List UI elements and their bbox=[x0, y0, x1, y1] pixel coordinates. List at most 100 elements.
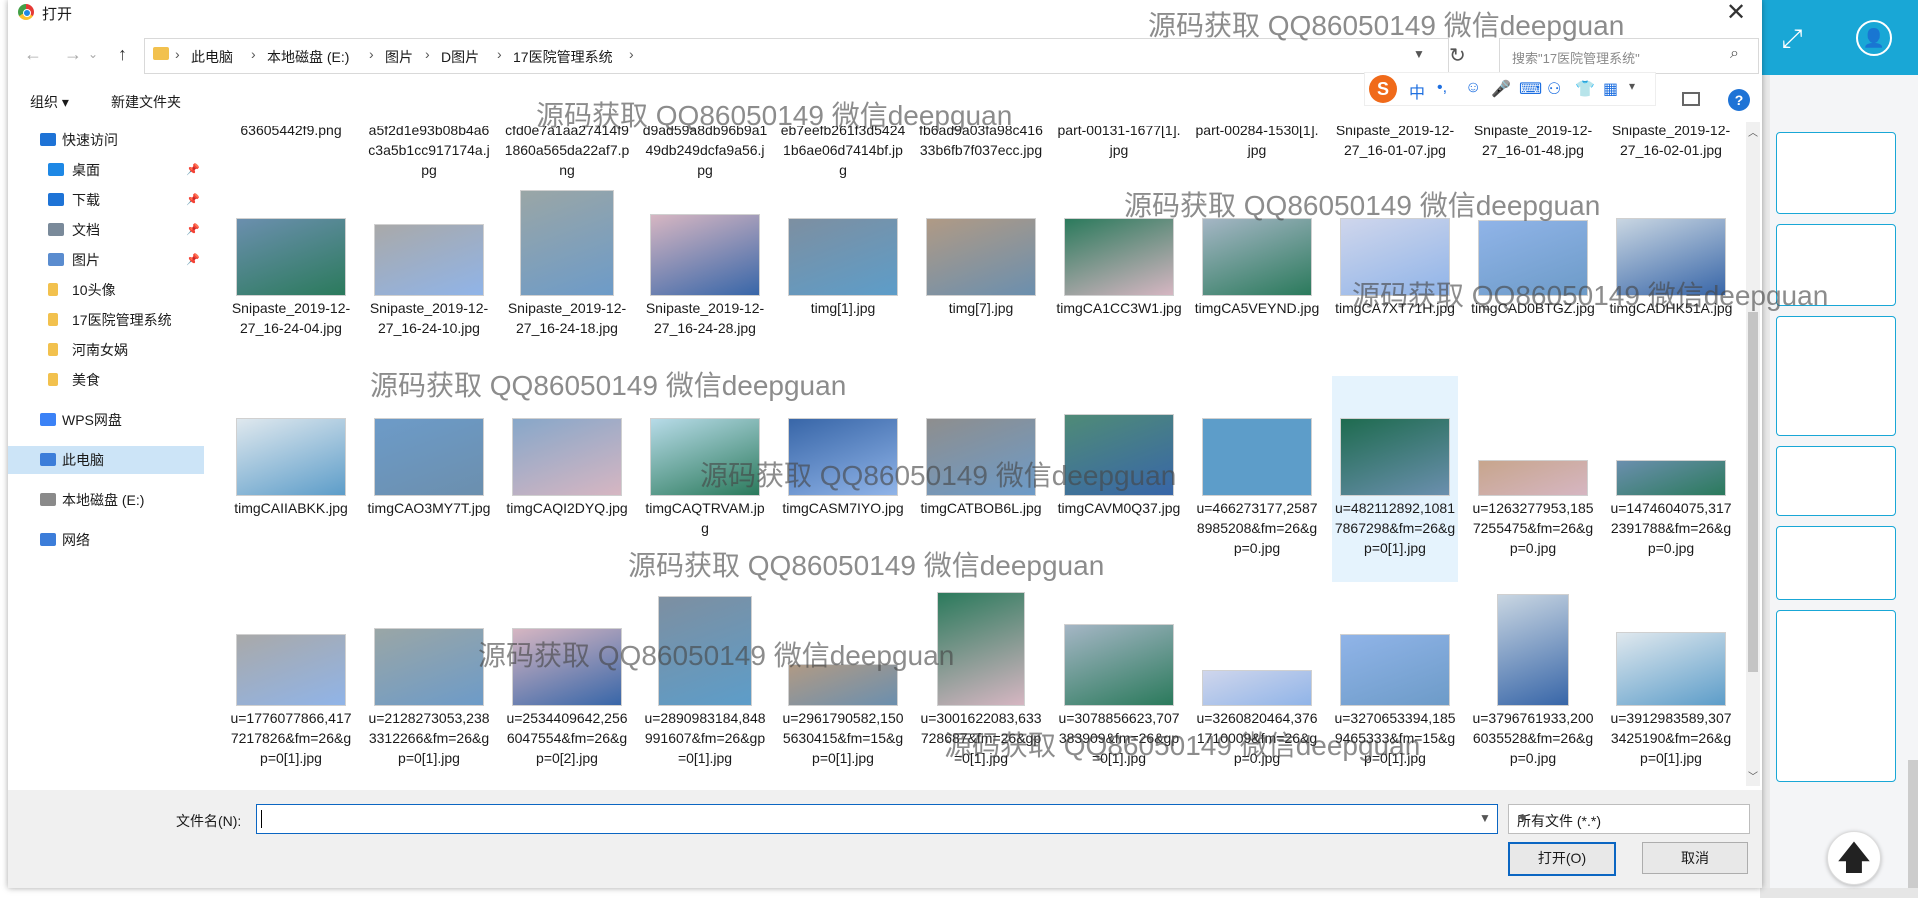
file-item[interactable]: timgCATBOB6L.jpg bbox=[918, 376, 1044, 582]
sidebar-item[interactable]: 快速访问 bbox=[8, 126, 204, 154]
file-item[interactable]: d9ad59a8db96b9a149db249dcfa9a56.jpg bbox=[642, 126, 768, 178]
file-item[interactable]: timgCAO3MY7T.jpg bbox=[366, 376, 492, 582]
file-item[interactable]: Snipaste_2019-12-27_16-24-28.jpg bbox=[642, 176, 768, 382]
refresh-icon[interactable]: ↻ bbox=[1449, 43, 1466, 68]
file-item[interactable]: u=3912983589,3073425190&fm=26&gp=0[1].jp… bbox=[1608, 586, 1734, 786]
file-item[interactable]: part-00131-1677[1].jpg bbox=[1056, 126, 1182, 176]
open-button[interactable]: 打开(O) bbox=[1508, 842, 1616, 876]
recent-dropdown-icon[interactable]: ⌄ bbox=[88, 47, 98, 61]
file-item[interactable]: timgCA1CC3W1.jpg bbox=[1056, 176, 1182, 382]
file-item[interactable]: Snipaste_2019-12-27_16-01-48.jpg bbox=[1470, 126, 1596, 176]
sidebar-item[interactable]: 本地磁盘 (E:) bbox=[8, 486, 204, 514]
help-icon[interactable]: ? bbox=[1728, 89, 1750, 111]
breadcrumb-separator-icon[interactable]: › bbox=[369, 46, 374, 62]
file-item[interactable]: u=3270653394,1859465333&fm=15&gp=0[1].jp… bbox=[1332, 586, 1458, 786]
sogou-icon[interactable]: S bbox=[1369, 75, 1397, 103]
breadcrumb-separator-icon[interactable]: › bbox=[175, 46, 180, 62]
sidebar-item[interactable]: WPS网盘 bbox=[8, 406, 204, 434]
microphone-icon[interactable]: 🎤 bbox=[1491, 79, 1511, 99]
file-item[interactable]: timgCASM7IYO.jpg bbox=[780, 376, 906, 582]
breadcrumb-separator-icon[interactable]: › bbox=[425, 46, 430, 62]
file-item[interactable]: u=3001622083,633728687&fm=26&gp=0[1].jpg bbox=[918, 586, 1044, 786]
pin-icon[interactable]: 📌 bbox=[186, 246, 200, 274]
breadcrumb-pictures[interactable]: 图片 bbox=[385, 47, 413, 67]
chevron-down-icon[interactable]: ▼ bbox=[1479, 811, 1491, 825]
breadcrumb-separator-icon[interactable]: › bbox=[497, 46, 502, 62]
file-item[interactable]: timgCAQTRVAM.jpg bbox=[642, 376, 768, 582]
sidebar-item[interactable]: 17医院管理系统 bbox=[8, 306, 204, 334]
file-item[interactable]: timg[7].jpg bbox=[918, 176, 1044, 382]
sidebar-item[interactable]: 桌面 📌 bbox=[8, 156, 204, 184]
file-item[interactable]: a5f2d1e93b08b4a6c3a5b1cc917174a.jpg bbox=[366, 126, 492, 178]
pin-icon[interactable]: 📌 bbox=[186, 216, 200, 244]
file-item[interactable]: Snipaste_2019-12-27_16-01-07.jpg bbox=[1332, 126, 1458, 176]
file-item[interactable]: 63605442f9.png bbox=[228, 126, 354, 176]
file-item[interactable]: u=3078856623,707383909&fm=26&gp=0[1].jpg bbox=[1056, 586, 1182, 786]
scroll-to-top-button[interactable]: 🡅 bbox=[1827, 831, 1881, 885]
expand-icon[interactable]: ⤢ bbox=[1774, 20, 1810, 56]
new-folder-button[interactable]: 新建文件夹 bbox=[111, 92, 181, 112]
breadcrumb-this-pc[interactable]: 此电脑 bbox=[191, 47, 233, 67]
file-item[interactable]: u=1776077866,4177217826&fm=26&gp=0[1].jp… bbox=[228, 586, 354, 786]
emoji-icon[interactable]: ☺ bbox=[1465, 79, 1481, 97]
sidebar-item[interactable]: 文档 📌 bbox=[8, 216, 204, 244]
forward-arrow-icon[interactable]: → bbox=[64, 44, 82, 65]
user-icon[interactable]: 👤 bbox=[1856, 20, 1892, 56]
file-item[interactable]: timgCA7XT71H.jpg bbox=[1332, 176, 1458, 382]
file-item[interactable]: Snipaste_2019-12-27_16-24-10.jpg bbox=[366, 176, 492, 382]
file-item[interactable]: timgCAVM0Q37.jpg bbox=[1056, 376, 1182, 582]
toolbox-icon[interactable]: ▦ bbox=[1603, 79, 1618, 99]
sidebar-item[interactable]: 河南女娲 bbox=[8, 336, 204, 364]
file-item[interactable]: timgCADHK51A.jpg bbox=[1608, 176, 1734, 382]
pin-icon[interactable]: 📌 bbox=[186, 186, 200, 214]
file-item[interactable]: timg[1].jpg bbox=[780, 176, 906, 382]
file-item[interactable]: timgCAD0BTGZ.jpg bbox=[1470, 176, 1596, 382]
scroll-down-icon[interactable]: ﹀ bbox=[1748, 768, 1758, 783]
file-item[interactable]: cfd0e7a1aa27414f91860a565da22af7.png bbox=[504, 126, 630, 178]
address-bar[interactable]: › 此电脑 › 本地磁盘 (E:) › 图片 › D图片 › 17医院管理系统 … bbox=[144, 38, 1466, 74]
file-item[interactable]: u=466273177,25878985208&fm=26&gp=0.jpg bbox=[1194, 376, 1320, 582]
sidebar-item[interactable]: 美食 bbox=[8, 366, 204, 394]
organize-menu[interactable]: 组织 ▾ bbox=[30, 92, 69, 112]
file-item[interactable]: Snipaste_2019-12-27_16-02-01.jpg bbox=[1608, 126, 1734, 176]
file-item[interactable]: timgCAQI2DYQ.jpg bbox=[504, 376, 630, 582]
punctuation-icon[interactable]: •, bbox=[1437, 79, 1447, 97]
file-item[interactable]: u=2890983184,848991607&fm=26&gp=0[1].jpg bbox=[642, 586, 768, 786]
file-item[interactable]: u=1474604075,3172391788&fm=26&gp=0.jpg bbox=[1608, 376, 1734, 582]
skin-icon[interactable]: 👕 bbox=[1575, 79, 1595, 99]
sidebar-item[interactable]: 图片 📌 bbox=[8, 246, 204, 274]
sidebar-item[interactable]: 网络 bbox=[8, 526, 204, 554]
vertical-scrollbar[interactable]: ︿ ﹀ bbox=[1746, 122, 1760, 786]
file-item[interactable]: timgCA5VEYND.jpg bbox=[1194, 176, 1320, 382]
search-icon[interactable]: ⌕ bbox=[1730, 45, 1739, 63]
file-item[interactable]: u=3260820464,3761710009&fm=26&gp=0.jpg bbox=[1194, 586, 1320, 786]
file-item[interactable]: u=2128273053,2383312266&fm=26&gp=0[1].jp… bbox=[366, 586, 492, 786]
pin-icon[interactable]: 📌 bbox=[186, 156, 200, 184]
scroll-up-icon[interactable]: ︿ bbox=[1748, 124, 1758, 139]
filetype-select[interactable]: 所有文件 (*.*) ▼ bbox=[1508, 804, 1750, 834]
cancel-button[interactable]: 取消 bbox=[1642, 842, 1748, 874]
sidebar-item[interactable]: 10头像 bbox=[8, 276, 204, 304]
sidebar-item[interactable]: 下载 📌 bbox=[8, 186, 204, 214]
breadcrumb-drive[interactable]: 本地磁盘 (E:) bbox=[267, 47, 349, 67]
file-item[interactable]: u=482112892,10817867298&fm=26&gp=0[1].jp… bbox=[1332, 376, 1458, 582]
chevron-down-icon[interactable]: ▾ bbox=[1629, 79, 1635, 93]
breadcrumb-current-folder[interactable]: 17医院管理系统 bbox=[513, 47, 613, 67]
sidebar-item[interactable]: 此电脑 bbox=[8, 446, 204, 474]
preview-pane-icon[interactable] bbox=[1682, 92, 1700, 106]
file-item[interactable]: eb7eefb261f3d54241b6ae06d7414bf.jpg bbox=[780, 126, 906, 178]
file-item[interactable]: u=2961790582,1505630415&fm=15&gp=0[1].jp… bbox=[780, 586, 906, 786]
background-scrollbar[interactable] bbox=[1908, 760, 1918, 890]
file-item[interactable]: u=3796761933,2006035528&fm=26&gp=0.jpg bbox=[1470, 586, 1596, 786]
file-item[interactable]: u=1263277953,1857255475&fm=26&gp=0.jpg bbox=[1470, 376, 1596, 582]
close-icon[interactable]: ✕ bbox=[1726, 0, 1746, 27]
file-item[interactable]: timgCAIIABKK.jpg bbox=[228, 376, 354, 582]
search-input[interactable]: 搜索"17医院管理系统" ⌕ bbox=[1499, 38, 1759, 74]
chinese-mode-icon[interactable]: 中 bbox=[1409, 79, 1425, 103]
chevron-down-icon[interactable]: ▼ bbox=[1413, 47, 1425, 61]
chevron-down-icon[interactable]: ▼ bbox=[1517, 811, 1529, 825]
breadcrumb-d-pictures[interactable]: D图片 bbox=[441, 47, 479, 67]
user-icon[interactable]: ⚇ bbox=[1547, 79, 1561, 99]
file-item[interactable]: Snipaste_2019-12-27_16-24-18.jpg bbox=[504, 176, 630, 382]
file-item[interactable]: part-00284-1530[1].jpg bbox=[1194, 126, 1320, 176]
